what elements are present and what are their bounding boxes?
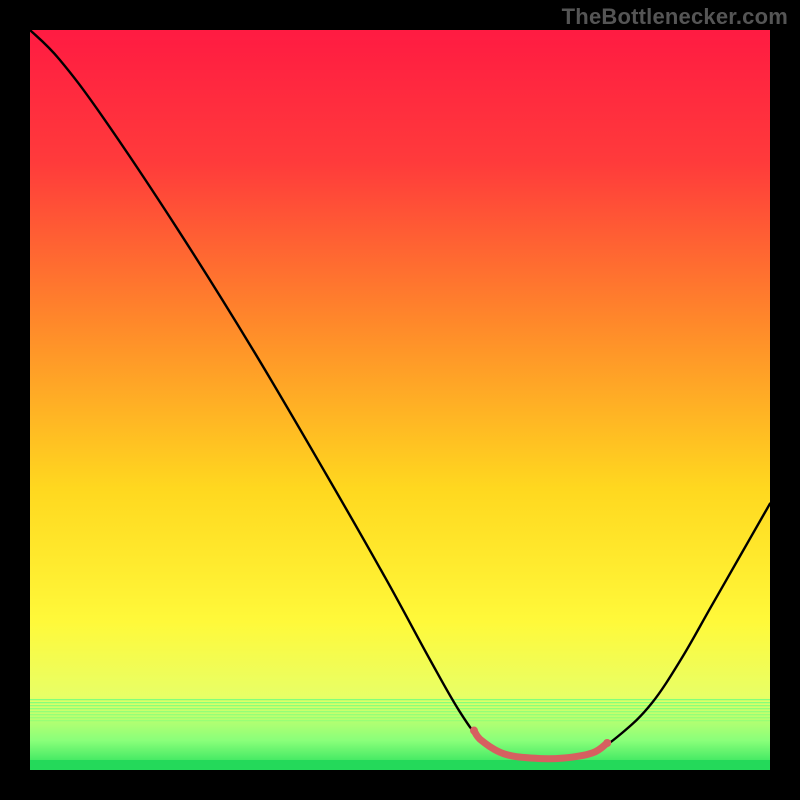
- chart-frame: TheBottlenecker.com: [0, 0, 800, 800]
- heat-gradient: [30, 30, 770, 770]
- watermark-text: TheBottlenecker.com: [562, 4, 788, 30]
- bottleneck-chart: [30, 30, 770, 770]
- plot-area: [30, 30, 770, 770]
